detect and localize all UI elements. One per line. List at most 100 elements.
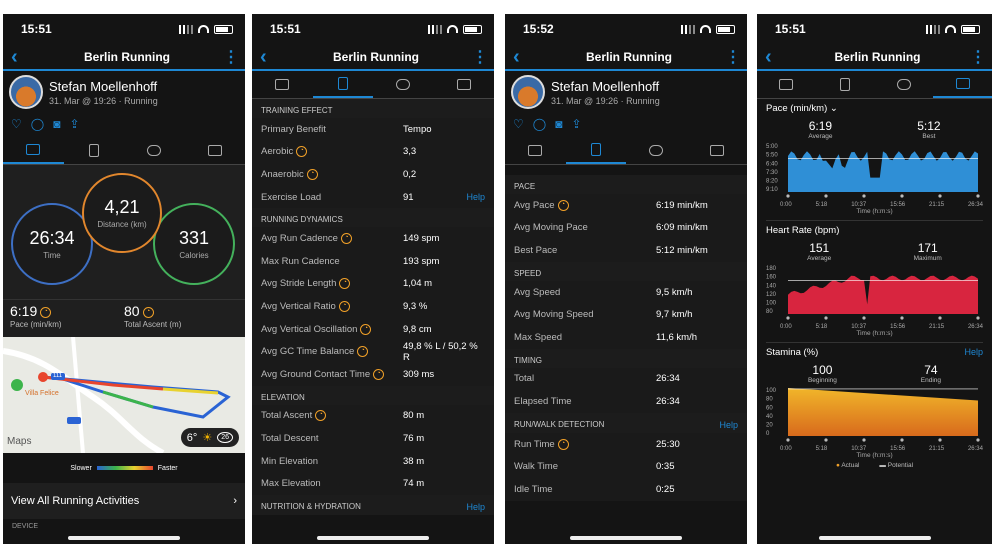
gauge-icon[interactable]: ◔ [557,438,569,450]
tab-laps[interactable] [373,71,434,98]
stat-label: Avg Ground Contact Time ◔ [261,368,403,380]
x-tick-dot [824,316,828,320]
tab-charts[interactable] [185,137,246,164]
stat-label: Avg Pace ◔ [514,199,656,211]
help-link[interactable]: Help [719,420,738,430]
legend-gradient [96,466,153,470]
wifi-icon [198,25,209,33]
avatar[interactable] [9,75,43,109]
gauge-icon[interactable]: ◔ [142,306,154,318]
chart-summary: 6:19 Average 5:12 Best [766,119,983,140]
tab-stats[interactable] [816,71,875,98]
more-icon[interactable]: ⋮ [970,47,986,67]
tab-charts[interactable] [933,71,992,98]
help-link[interactable]: Help [466,192,485,202]
route-map[interactable]: Villa Felice 111 Maps 6° ☀ 26 [3,337,245,453]
tab-overview[interactable] [3,137,64,164]
pace-section-header: PACE [505,175,747,194]
tab-laps[interactable] [626,137,687,164]
view-all-activities-link[interactable]: View All Running Activities › [3,483,245,519]
charts-icon [709,145,724,156]
tab-bar [757,71,992,99]
tab-overview[interactable] [252,71,313,98]
tab-overview[interactable] [505,137,566,164]
x-tick-dot [976,316,980,320]
y-tick-label: 160 [766,275,777,281]
chart-svg[interactable]: 180 160 140 120 100 80 [766,262,983,324]
camera-icon[interactable]: ◙ [53,117,60,133]
charts-container: Pace (min/km) ⌄ 6:19 Average 5:12 Best 5:00 5:… [757,99,992,469]
battery-icon [716,24,735,34]
tab-overview[interactable] [757,71,816,98]
tab-stats[interactable] [565,137,626,164]
summary-item: 171 Maximum [914,241,942,262]
back-icon[interactable]: ‹ [260,47,280,67]
chart-title[interactable]: Stamina (%) [766,347,964,358]
stat-value: 76 m [403,432,425,444]
gauge-icon[interactable]: ◔ [296,146,308,158]
chart-svg[interactable]: 5:00 5:50 6:40 7:30 8:20 9:10 [766,140,983,202]
status-bar: 15:51 [252,14,494,44]
battery-icon [961,24,980,34]
gauge-icon[interactable]: ◔ [40,306,52,318]
activity-pace-screen: 15:52 ‹ Berlin Running ⋮ Stefan Moellenh… [505,14,747,544]
gauge-icon[interactable]: ◔ [360,323,372,335]
gauge-icon[interactable]: ◔ [339,278,351,290]
like-icon[interactable]: ♡ [513,117,524,133]
comment-icon[interactable]: ◯ [533,117,546,133]
x-tick-label: 26:34 [967,324,983,330]
speed-title: SPEED [514,268,542,278]
y-tick-label: 80 [766,397,773,403]
charts-icon [456,79,471,90]
activity-date: 31. Mar @ 19:26 · Running [49,95,158,106]
tab-stats[interactable] [64,137,125,164]
gauge-icon[interactable]: ◔ [315,410,327,422]
tab-stats[interactable] [312,71,373,98]
help-link[interactable]: Help [466,502,485,512]
tab-charts[interactable] [434,71,495,98]
more-icon[interactable]: ⋮ [223,47,239,67]
tab-laps[interactable] [875,71,934,98]
y-tick-label: 20 [766,423,773,429]
gauge-icon[interactable]: ◔ [373,368,385,380]
tab-charts[interactable] [687,137,748,164]
laps-icon [896,79,911,90]
stat-label: Total Descent [261,432,319,444]
back-icon[interactable]: ‹ [513,47,533,67]
secondary-stats: 6:19 ◔ Pace (min/km) 80 ◔ Total Ascent (m) [3,299,245,337]
gauge-icon[interactable]: ◔ [338,300,350,312]
legend-potential: ▬ Potential [879,462,914,469]
chart-title[interactable]: Heart Rate (bpm) [766,225,983,236]
comment-icon[interactable]: ◯ [31,117,44,133]
camera-icon[interactable]: ◙ [555,117,562,133]
stat-row-anaerobic: Anaerobic ◔ 0,2 [252,163,494,186]
gauge-icon[interactable]: ◔ [306,168,318,180]
profile-header: Stefan Moellenhoff 31. Mar @ 19:26 · Runn… [505,71,747,113]
legend-slower: Slower [70,464,92,472]
y-tick-label: 6:40 [766,161,778,167]
chart-svg[interactable]: 100 80 60 40 20 0 [766,384,983,446]
tab-laps[interactable] [124,137,185,164]
avatar[interactable] [511,75,545,109]
gauge-icon[interactable]: ◔ [340,233,352,245]
more-icon[interactable]: ⋮ [472,47,488,67]
gauge-icon[interactable]: ◔ [557,199,569,211]
back-icon[interactable]: ‹ [11,47,31,67]
time-value: 26:34 [29,228,75,248]
stat-row-run-time: Run Time ◔ 25:30 [505,432,747,456]
chart-title[interactable]: Pace (min/km) ⌄ [766,103,983,114]
stat-value: 74 m [403,478,425,490]
chart-title-row: Heart Rate (bpm) [766,225,983,236]
help-link[interactable]: Help [964,347,983,358]
chart-heart-rate-bpm: Heart Rate (bpm) 151 Average 171 Maximum 180 1… [757,221,992,343]
signal-icon [926,24,940,34]
like-icon[interactable]: ♡ [11,117,22,133]
gauge-icon[interactable]: ◔ [357,346,369,358]
x-tick-label: 0:00 [780,202,792,208]
share-icon[interactable]: ⇪ [69,117,79,133]
y-tick-label: 5:00 [766,144,778,150]
back-icon[interactable]: ‹ [765,47,785,67]
pace-value: 6:19 [10,303,38,319]
more-icon[interactable]: ⋮ [725,47,741,67]
share-icon[interactable]: ⇪ [571,117,581,133]
